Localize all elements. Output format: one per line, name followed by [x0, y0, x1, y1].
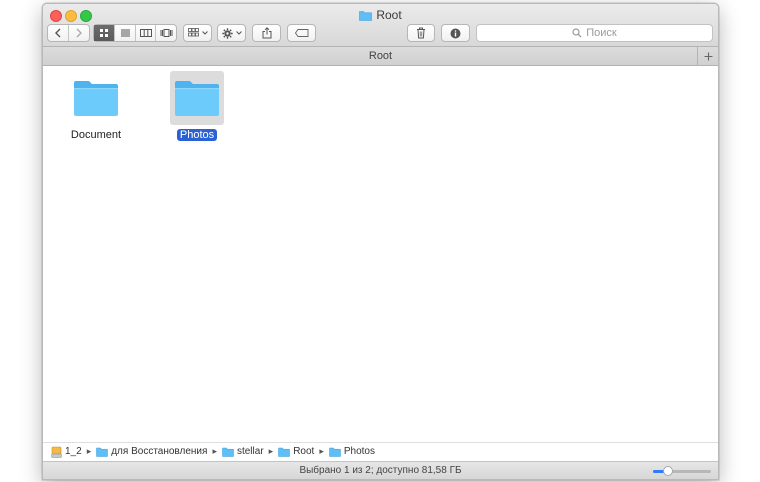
gear-icon: [221, 27, 233, 39]
tab-bar: Root: [43, 47, 718, 66]
search-icon: [572, 28, 582, 38]
folder-icon: [175, 81, 219, 116]
chevron-left-icon: [55, 28, 61, 38]
breadcrumb-item-folder[interactable]: Root: [278, 446, 314, 457]
finder-window: Root Поиск Root Document Photos 1_2 ▸ дл…: [42, 3, 719, 480]
folder-label[interactable]: Document: [68, 129, 124, 141]
share-icon: [262, 27, 271, 39]
path-separator: ▸: [212, 446, 217, 456]
breadcrumb-item-folder[interactable]: Photos: [329, 446, 375, 457]
window-title-text: Root: [376, 8, 402, 22]
folder-icon-box[interactable]: [170, 71, 224, 125]
tab-title[interactable]: Root: [369, 50, 392, 62]
list-view-icon: [120, 29, 130, 37]
title-bar: Root Поиск: [43, 4, 718, 47]
drive-icon: [51, 446, 62, 458]
folder-icon: [222, 447, 234, 457]
folder-label[interactable]: Photos: [176, 129, 218, 141]
folder-icon: [74, 81, 118, 116]
search-field[interactable]: Поиск: [476, 24, 713, 42]
path-separator: ▸: [319, 446, 324, 456]
info-button[interactable]: [441, 24, 470, 42]
coverflow-view-icon: [160, 29, 173, 37]
window-title: Root: [43, 8, 718, 24]
status-bar: Выбрано 1 из 2; доступно 81,58 ГБ: [43, 461, 718, 479]
tag-button[interactable]: [287, 24, 316, 42]
chevron-down-icon: [201, 31, 208, 35]
status-text: Выбрано 1 из 2; доступно 81,58 ГБ: [299, 465, 462, 476]
action-button[interactable]: [217, 24, 246, 42]
delete-button[interactable]: [407, 24, 435, 42]
folder-icon-box[interactable]: [69, 71, 123, 125]
path-separator: ▸: [268, 446, 274, 456]
chevron-right-icon: [76, 28, 83, 38]
breadcrumb-item-folder[interactable]: для Восстановления: [96, 446, 207, 457]
info-icon: [450, 28, 461, 38]
share-button[interactable]: [252, 24, 281, 42]
slider-knob[interactable]: [662, 466, 673, 476]
search-placeholder: Поиск: [586, 27, 617, 39]
list-view-button[interactable]: [114, 25, 135, 41]
folder-item-document[interactable]: Document: [59, 71, 133, 141]
view-switcher: [93, 24, 177, 42]
chevron-down-icon: [235, 31, 242, 35]
icon-view-button[interactable]: [94, 25, 115, 41]
breadcrumb-item-folder[interactable]: stellar: [222, 446, 264, 457]
tag-icon: [294, 29, 308, 37]
forward-button[interactable]: [68, 25, 89, 41]
breadcrumb-item-drive[interactable]: 1_2: [51, 446, 82, 458]
arrange-icon: [187, 28, 199, 37]
back-button[interactable]: [48, 25, 68, 41]
folder-icon: [329, 447, 341, 457]
path-separator: ▸: [86, 446, 92, 456]
folder-icon: [96, 447, 108, 457]
column-view-icon: [139, 29, 152, 37]
icon-size-slider[interactable]: [653, 466, 711, 476]
folder-item-photos[interactable]: Photos: [160, 71, 234, 141]
coverflow-view-button[interactable]: [155, 25, 176, 41]
icon-view-icon: [100, 29, 109, 37]
arrange-button[interactable]: [183, 24, 212, 42]
column-view-button[interactable]: [134, 25, 156, 41]
nav-buttons: [47, 24, 90, 42]
plus-icon: [704, 52, 712, 60]
file-browser: Document Photos: [43, 66, 718, 442]
trash-icon: [417, 27, 425, 39]
folder-icon: [359, 10, 373, 21]
new-tab-button[interactable]: [697, 47, 718, 65]
folder-icon: [278, 447, 290, 457]
breadcrumb: 1_2 ▸ для Восстановления ▸ stellar ▸ Roo…: [43, 442, 718, 460]
